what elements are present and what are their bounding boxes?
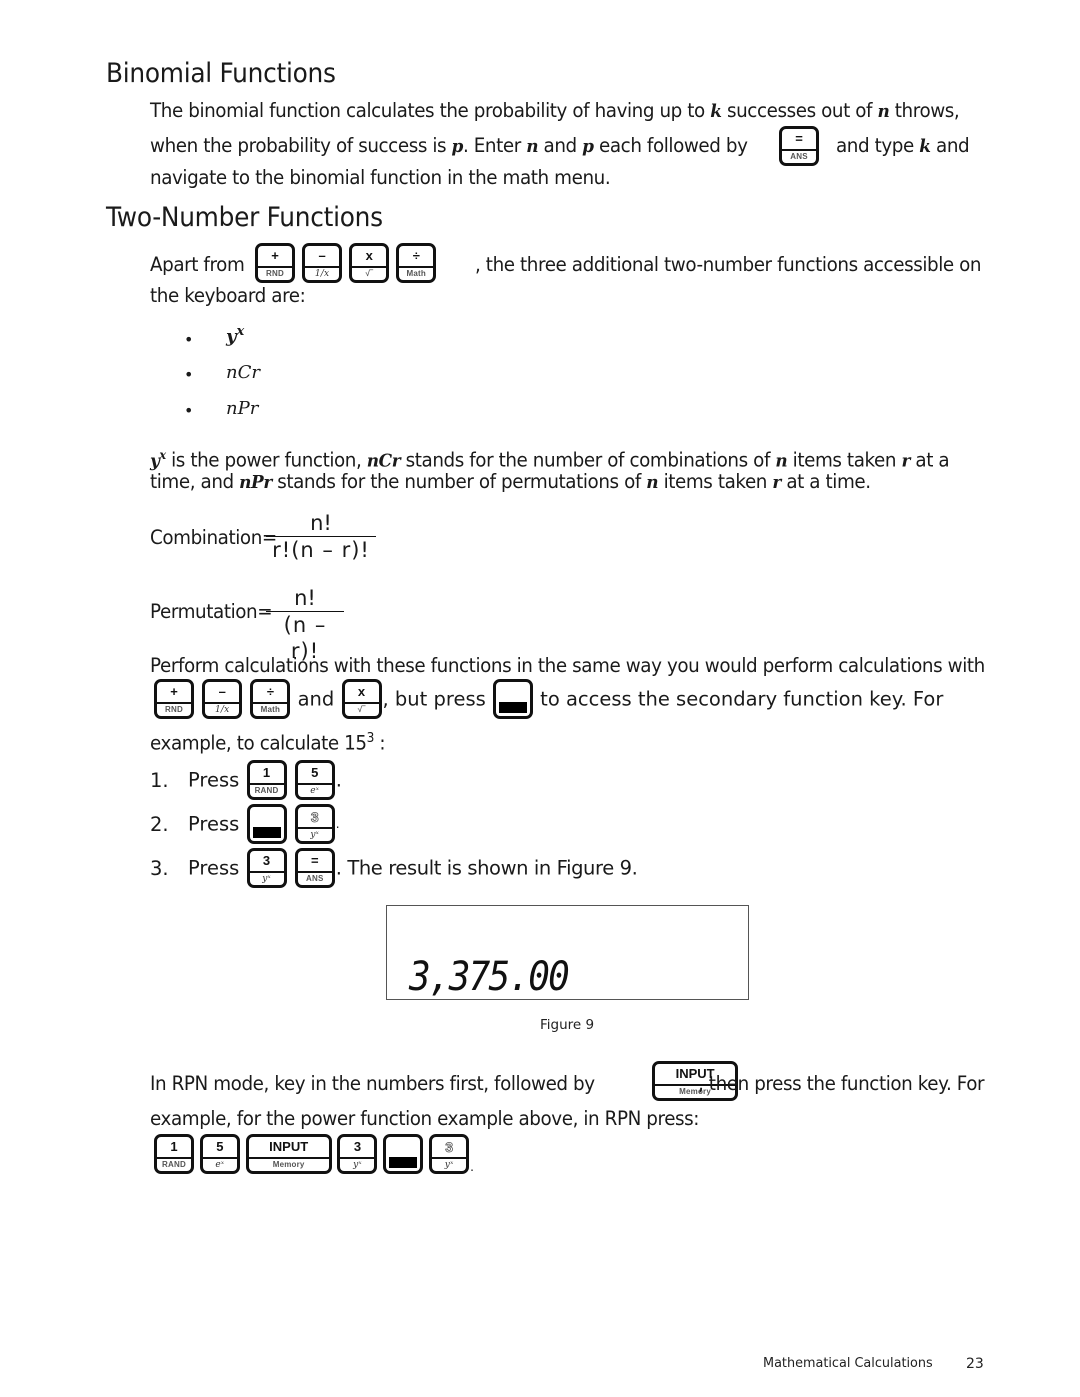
key-equals-ans: = ANS <box>779 126 819 166</box>
bullet-dot: • <box>184 330 194 349</box>
key-three-power: 3 yˣ <box>337 1134 378 1174</box>
key-divide-math: ÷ Math <box>396 243 437 283</box>
functions-description-line2: time, and nPr stands for the number of p… <box>150 470 871 493</box>
figure-caption: Figure 9 <box>540 1017 595 1033</box>
rpn-key-sequence: 1 RAND 5 eˣ INPUT Memory 3 yˣ 3 yˣ. <box>153 1134 474 1174</box>
perform-paragraph-line1: Perform calculations with these function… <box>150 654 985 677</box>
keyboard-are-text: the keyboard are: <box>150 284 306 307</box>
combination-numerator: n! <box>310 511 332 535</box>
binomial-paragraph-line2-end: and type k and <box>836 134 970 157</box>
key-minus-reciprocal: –1/x <box>302 243 343 283</box>
bullet-item-ncr: nCr <box>226 362 260 383</box>
combination-label: Combination= <box>150 526 277 549</box>
key-one-rand: 1 RAND <box>154 1134 194 1174</box>
perform-keys-line: + RND –1/x ÷ Math and x √‾, but press to ac… <box>153 679 943 719</box>
display-value: 3,375.00 <box>409 954 570 1000</box>
combination-fraction: n! r!(n – r)! <box>266 510 376 563</box>
shift-bar-icon <box>389 1157 418 1168</box>
key-shift <box>246 804 287 844</box>
calculator-display-figure: 3,375.00 <box>386 905 749 1000</box>
key-five-exp: 5 eˣ <box>294 760 335 800</box>
footer-section-title: Mathematical Calculations <box>763 1355 933 1371</box>
arithmetic-keys-group: + RND –1/x x √‾ ÷ Math <box>254 243 437 283</box>
binomial-paragraph-line1: The binomial function calculates the pro… <box>150 99 960 122</box>
step-2: 2. Press 3 yˣ. <box>150 804 340 844</box>
key-plus-rnd: + RND <box>255 243 295 283</box>
key-one-rand: 1 RAND <box>246 760 287 800</box>
rpn-paragraph-line1-end: , then press the function key. For <box>698 1072 985 1095</box>
key-divide-math: ÷ Math <box>250 679 291 719</box>
apart-from-text: Apart from <box>150 253 245 276</box>
binomial-paragraph-line2: when the probability of success is p. En… <box>150 134 748 157</box>
key-times-sqrt: x √‾ <box>349 243 390 283</box>
example-text: example, to calculate 153 : <box>150 731 386 755</box>
bullet-dot: • <box>184 365 194 384</box>
rpn-paragraph-line1: In RPN mode, key in the numbers first, f… <box>150 1072 595 1095</box>
key-input-memory: INPUT Memory <box>245 1134 332 1174</box>
bullet-item-npr: nPr <box>226 398 259 419</box>
bullet-dot: • <box>184 401 194 420</box>
key-minus-reciprocal: –1/x <box>202 679 243 719</box>
key-equals-ans: = ANS <box>294 848 335 888</box>
permutation-fraction: n! (n – r)! <box>266 585 344 664</box>
key-three-power-shifted: 3 yˣ <box>429 1134 470 1174</box>
step-3: 3. Press 3 yˣ = ANS. The result is shown in… <box>150 848 638 888</box>
shift-bar-icon <box>498 702 527 713</box>
apart-from-rest: , the three additional two-number functi… <box>475 253 982 276</box>
shift-bar-icon <box>252 827 281 838</box>
rpn-paragraph-line2: example, for the power function example … <box>150 1107 700 1130</box>
page-number: 23 <box>966 1356 984 1372</box>
key-five-exp: 5 eˣ <box>199 1134 240 1174</box>
bullet-item-power: yx <box>226 324 245 347</box>
combination-denominator: r!(n – r)! <box>266 536 376 563</box>
step-1: 1. Press 1 RAND 5 eˣ. <box>150 760 342 800</box>
key-shift <box>383 1134 424 1174</box>
permutation-label: Permutation= <box>150 600 273 623</box>
section-heading-binomial: Binomial Functions <box>106 58 336 89</box>
permutation-numerator: n! <box>294 586 316 610</box>
key-shift <box>492 679 533 719</box>
key-plus-rnd: + RND <box>154 679 194 719</box>
key-times-sqrt: x √‾ <box>341 679 382 719</box>
functions-description-line1: yx is the power function, nCr stands for… <box>150 448 950 472</box>
binomial-paragraph-line3: navigate to the binomial function in the… <box>150 166 611 189</box>
key-three-power: 3 yˣ <box>246 848 287 888</box>
key-three-power-shifted: 3 yˣ <box>294 804 335 844</box>
section-heading-two-number: Two-Number Functions <box>106 202 383 233</box>
